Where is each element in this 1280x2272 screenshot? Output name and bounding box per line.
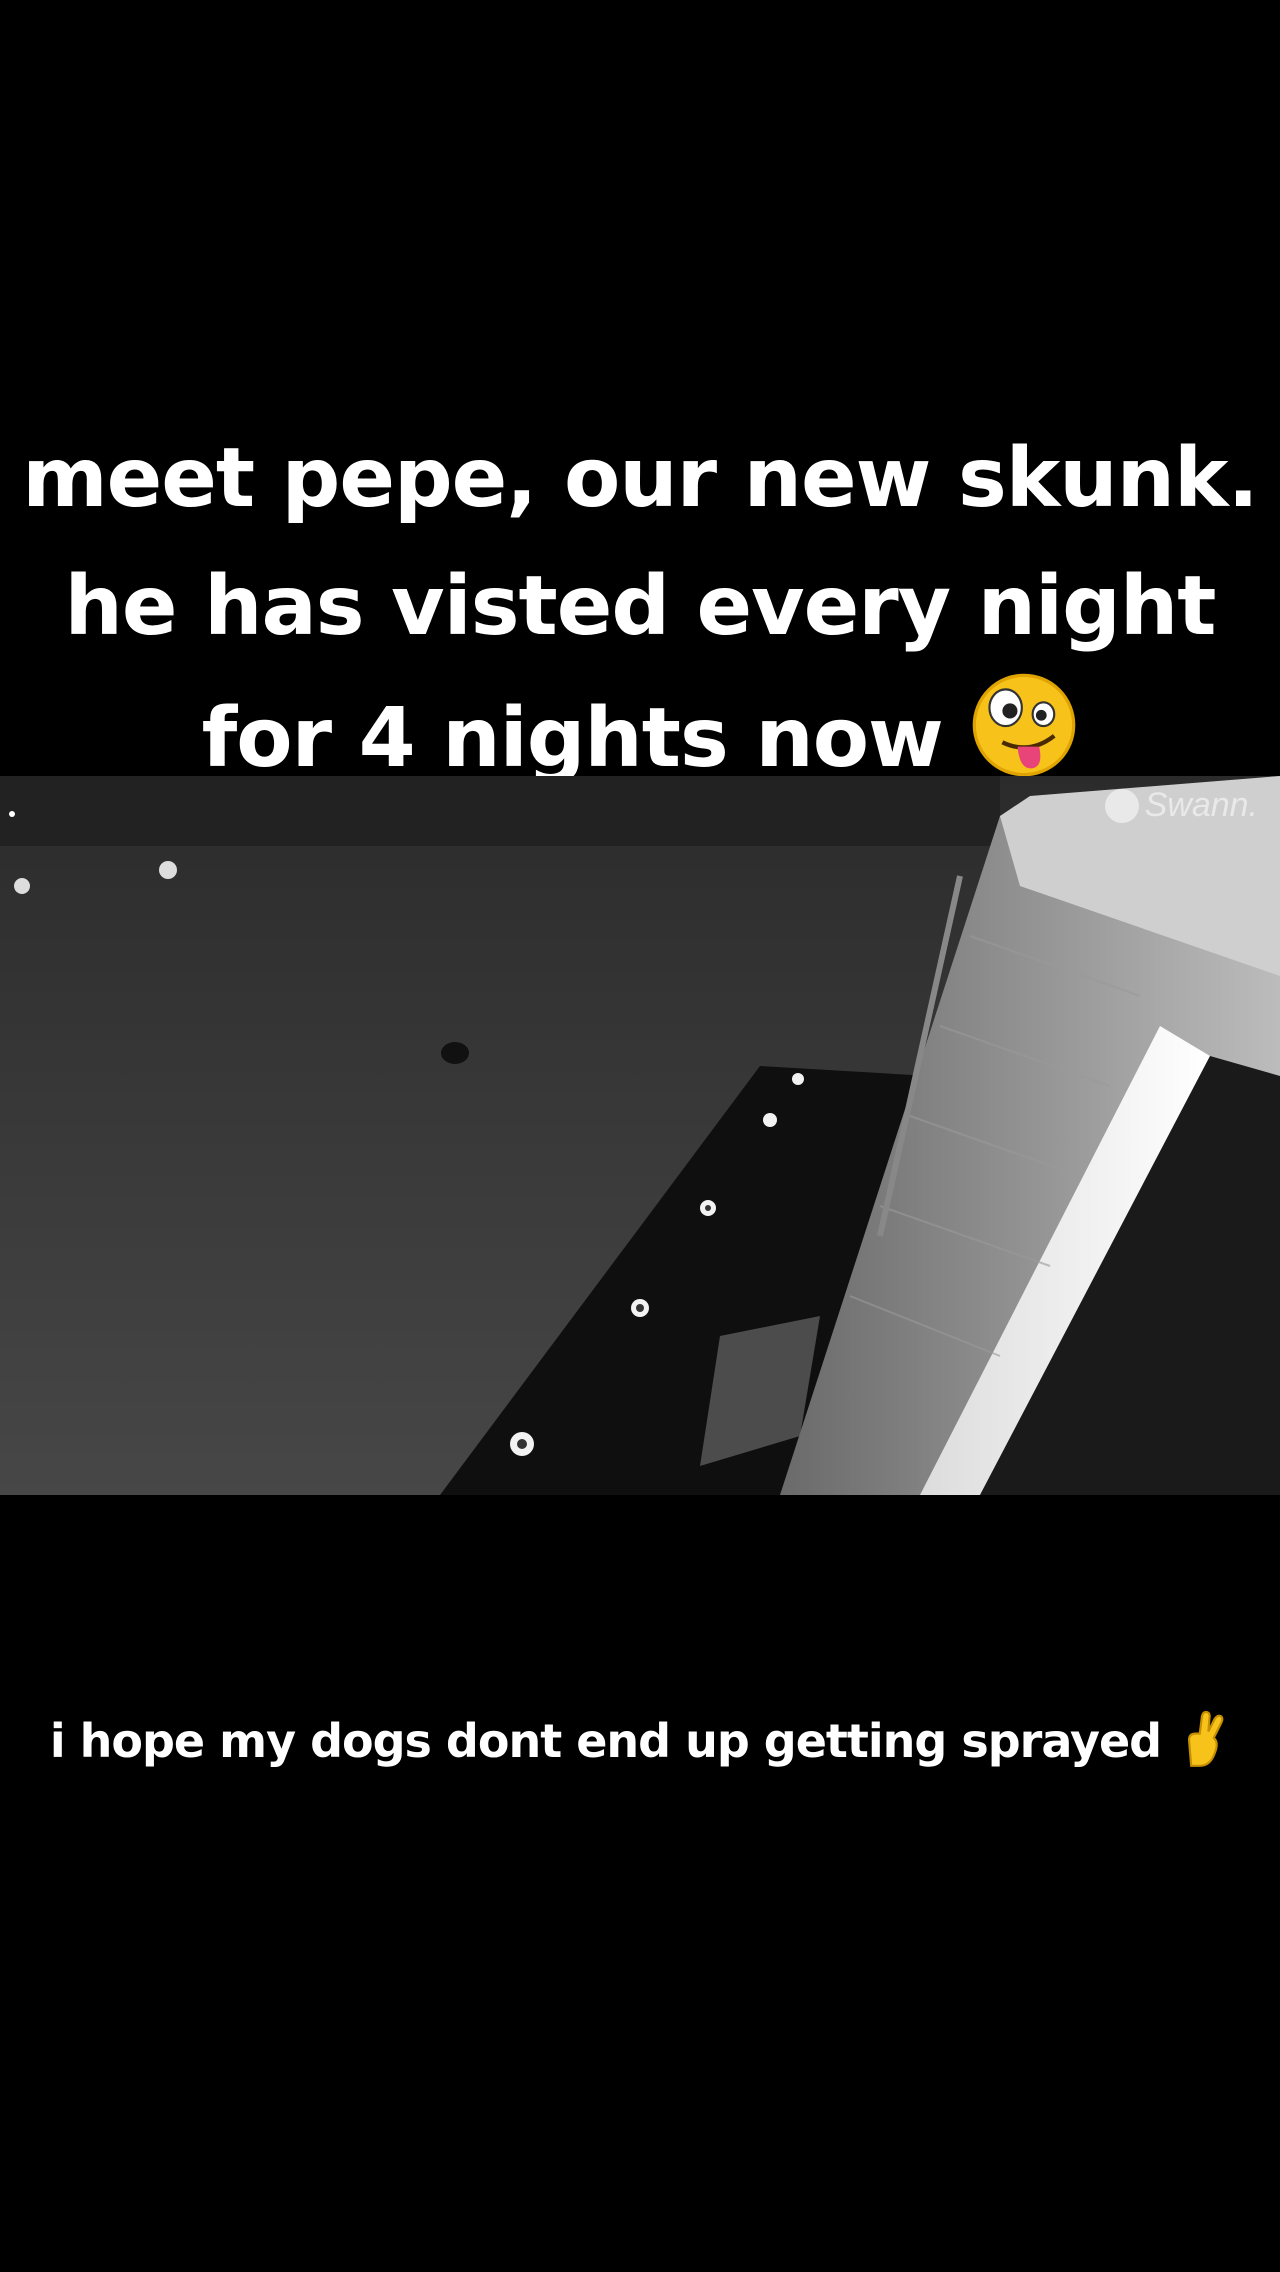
night-camera-scene — [0, 776, 1280, 1495]
caption-line-2: he has visted every night — [64, 559, 1217, 654]
watermark-text: Swann. — [1144, 786, 1258, 824]
caption-line-3: for 4 nights now — [201, 690, 944, 786]
overlay-caption: meet pepe, our new skunk. he has visted … — [0, 415, 1280, 816]
skunk — [441, 1042, 469, 1064]
swann-logo-icon — [1104, 788, 1139, 823]
security-camera-video[interactable]: Swann. — [0, 776, 1280, 1495]
bottom-caption: i hope my dogs dont end up getting spray… — [0, 1710, 1280, 1779]
bottom-caption-text: i hope my dogs dont end up getting spray… — [49, 1714, 1162, 1768]
caption-line-1: meet pepe, our new skunk. — [22, 431, 1259, 526]
crossed-fingers-emoji-icon — [1176, 1710, 1230, 1779]
swann-watermark: Swann. — [1104, 786, 1258, 825]
